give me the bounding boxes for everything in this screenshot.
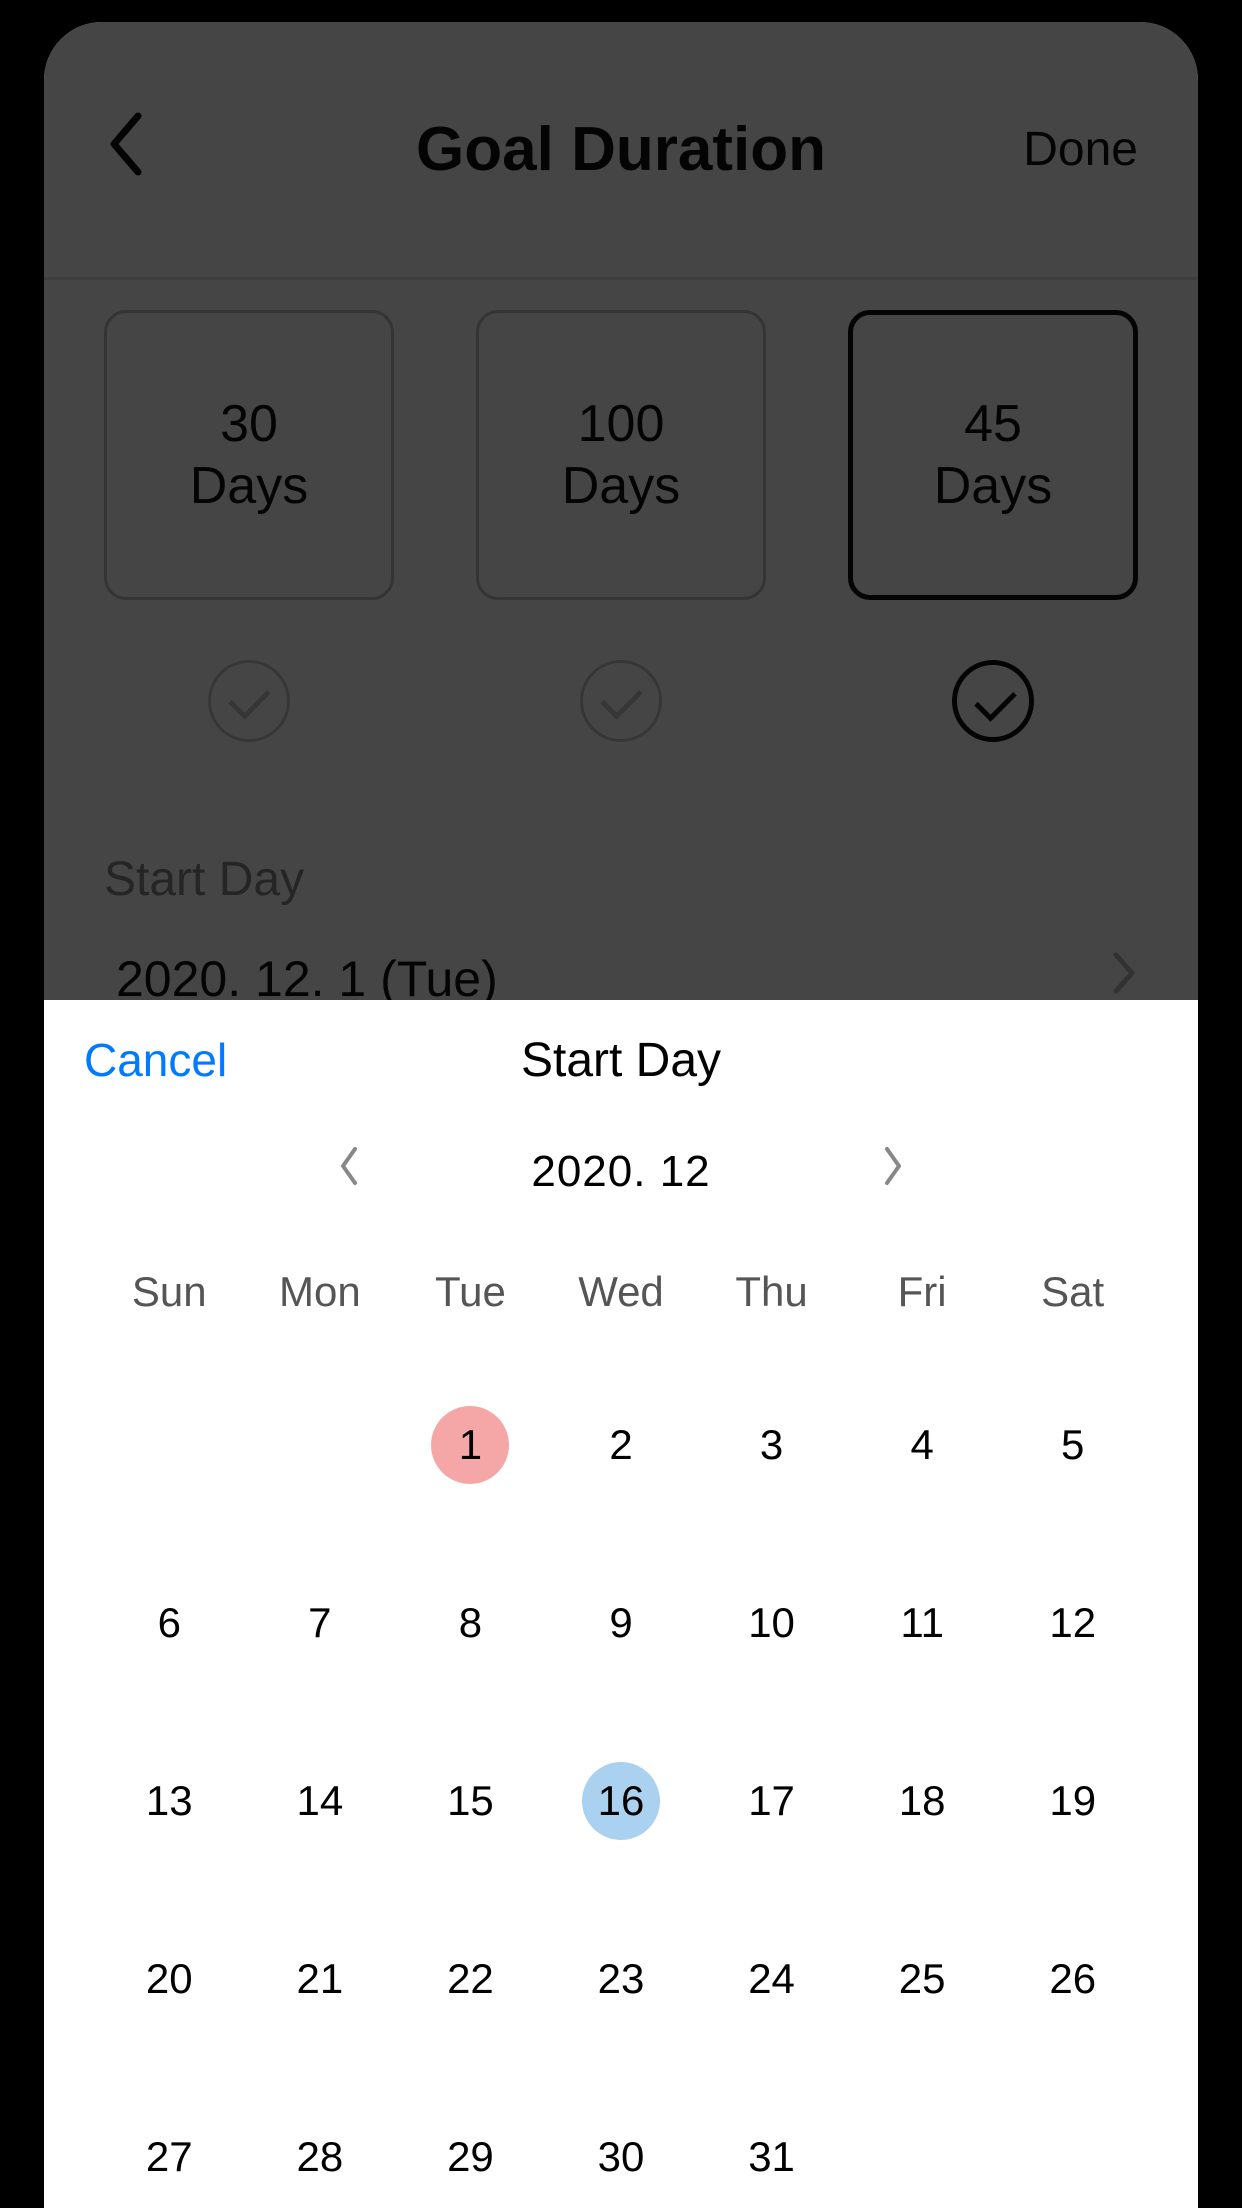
calendar-empty: [997, 2118, 1148, 2196]
calendar-day[interactable]: 11: [847, 1584, 998, 1662]
calendar-row: 20212223242526: [44, 1940, 1198, 2018]
calendar-day[interactable]: 24: [696, 1940, 847, 2018]
prev-month-icon[interactable]: [335, 1143, 361, 1201]
calendar-day[interactable]: 26: [997, 1940, 1148, 2018]
calendar-day[interactable]: 5: [997, 1406, 1148, 1484]
weekday-wed: Wed: [546, 1268, 697, 1316]
weekday-header: Sun Mon Tue Wed Thu Fri Sat: [44, 1268, 1198, 1316]
calendar-day[interactable]: 2: [546, 1406, 697, 1484]
calendar-day[interactable]: 14: [245, 1762, 396, 1840]
month-label: 2020. 12: [531, 1147, 710, 1197]
calendar-day[interactable]: 30: [546, 2118, 697, 2196]
calendar-day[interactable]: 18: [847, 1762, 998, 1840]
calendar-day[interactable]: 4: [847, 1406, 998, 1484]
calendar-day[interactable]: 13: [94, 1762, 245, 1840]
calendar-day[interactable]: 29: [395, 2118, 546, 2196]
calendar-day[interactable]: 8: [395, 1584, 546, 1662]
sheet-title: Start Day: [44, 1033, 1198, 1088]
weekday-fri: Fri: [847, 1268, 998, 1316]
month-navigator: 2020. 12: [44, 1122, 1198, 1222]
calendar-day[interactable]: 10: [696, 1584, 847, 1662]
calendar-day[interactable]: 20: [94, 1940, 245, 2018]
weekday-mon: Mon: [245, 1268, 396, 1316]
weekday-tue: Tue: [395, 1268, 546, 1316]
calendar-day[interactable]: 15: [395, 1762, 546, 1840]
calendar-day[interactable]: 17: [696, 1762, 847, 1840]
calendar-empty: [847, 2118, 998, 2196]
calendar-day[interactable]: 21: [245, 1940, 396, 2018]
calendar-row: 2728293031: [44, 2118, 1198, 2196]
calendar-day[interactable]: 6: [94, 1584, 245, 1662]
weekday-thu: Thu: [696, 1268, 847, 1316]
calendar-row: 12345: [44, 1406, 1198, 1484]
calendar-day[interactable]: 22: [395, 1940, 546, 2018]
calendar-day[interactable]: 25: [847, 1940, 998, 2018]
calendar-day[interactable]: 19: [997, 1762, 1148, 1840]
calendar-day[interactable]: 3: [696, 1406, 847, 1484]
calendar-day[interactable]: 23: [546, 1940, 697, 2018]
calendar-day[interactable]: 27: [94, 2118, 245, 2196]
calendar-day[interactable]: 7: [245, 1584, 396, 1662]
sheet-header: Cancel Start Day: [44, 1000, 1198, 1120]
calendar-day[interactable]: 12: [997, 1584, 1148, 1662]
calendar-day[interactable]: 31: [696, 2118, 847, 2196]
weekday-sun: Sun: [94, 1268, 245, 1316]
calendar-empty: [245, 1406, 396, 1484]
date-picker-sheet: Cancel Start Day 2020. 12 Sun Mon Tue We…: [44, 1000, 1198, 2208]
calendar-day[interactable]: 28: [245, 2118, 396, 2196]
calendar-row: 13141516171819: [44, 1762, 1198, 1840]
calendar-day[interactable]: 9: [546, 1584, 697, 1662]
calendar-empty: [94, 1406, 245, 1484]
calendar-day[interactable]: 1: [395, 1406, 546, 1484]
calendar-row: 6789101112: [44, 1584, 1198, 1662]
calendar-day[interactable]: 16: [546, 1762, 697, 1840]
weekday-sat: Sat: [997, 1268, 1148, 1316]
next-month-icon[interactable]: [881, 1143, 907, 1201]
